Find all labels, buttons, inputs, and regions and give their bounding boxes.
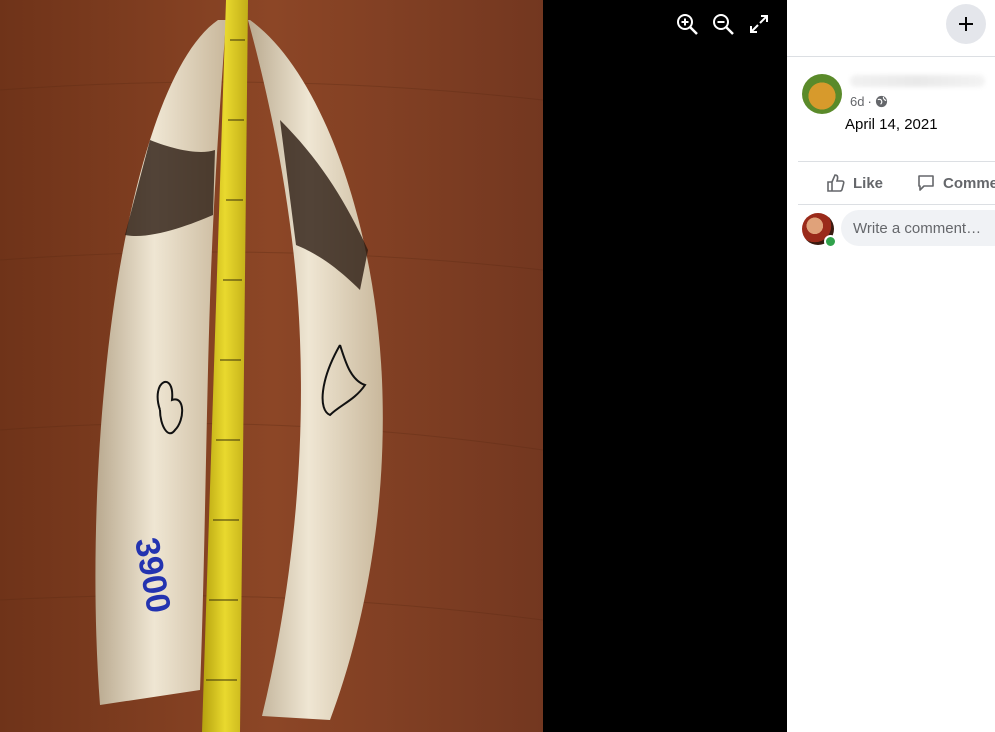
like-button[interactable]: Like — [826, 173, 883, 193]
photo-content: 3900 — [0, 0, 543, 732]
thumbs-up-icon — [827, 174, 845, 192]
post-meta: 6d · — [850, 94, 888, 109]
post-actions: Like Comme — [798, 161, 995, 205]
post-photo[interactable]: 3900 — [0, 0, 543, 732]
post-side-panel: 6d · April 14, 2021 Like Comme — [787, 0, 995, 732]
plus-icon — [959, 17, 973, 31]
post-header — [787, 57, 995, 157]
post-time[interactable]: 6d — [850, 94, 864, 109]
meta-separator: · — [867, 94, 872, 109]
comment-input[interactable] — [841, 210, 995, 246]
post-date: April 14, 2021 — [845, 116, 938, 133]
zoom-out-icon[interactable] — [709, 10, 737, 38]
author-avatar[interactable] — [802, 74, 842, 114]
zoom-in-icon[interactable] — [673, 10, 701, 38]
comment-composer — [787, 210, 995, 250]
like-label: Like — [853, 174, 884, 192]
fullscreen-icon[interactable] — [745, 10, 773, 38]
viewer-controls — [673, 10, 773, 38]
author-name-redacted — [850, 75, 985, 87]
comment-label: Comme — [943, 174, 995, 192]
comment-button[interactable]: Comme — [916, 173, 995, 193]
create-button[interactable] — [946, 4, 986, 44]
online-status-dot — [824, 235, 837, 248]
comment-icon — [918, 175, 934, 191]
photo-viewer: 3900 — [0, 0, 787, 732]
globe-icon — [875, 95, 887, 108]
panel-header — [787, 0, 995, 57]
